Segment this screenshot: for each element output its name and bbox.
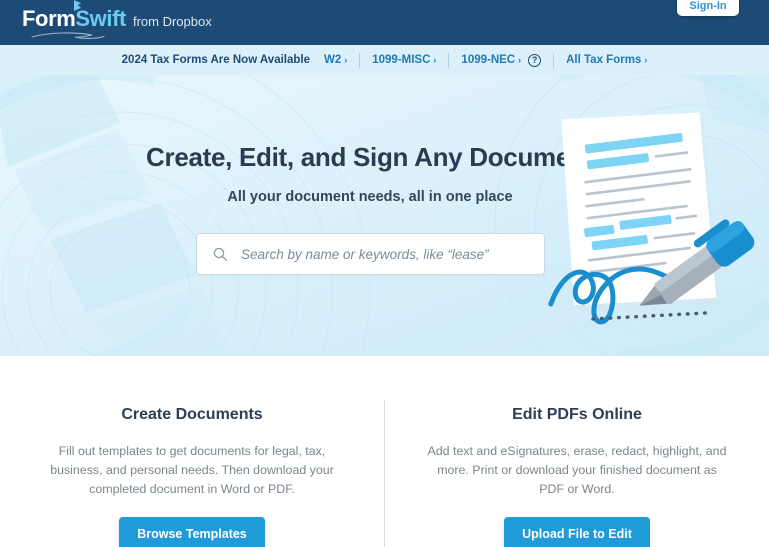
tax-bar-divider	[448, 52, 450, 68]
upload-file-to-edit-button[interactable]: Upload File to Edit	[504, 516, 650, 547]
question-mark-circle-icon[interactable]: ?	[528, 53, 542, 67]
chevron-right-icon: ›	[433, 55, 437, 65]
tax-link-1099-misc[interactable]: 1099-MISC ›	[372, 54, 436, 66]
logo-swift-text: Swift	[75, 6, 126, 31]
sign-in-button[interactable]: Sign-In	[677, 0, 739, 16]
browse-templates-button[interactable]: Browse Templates	[119, 516, 265, 547]
top-navigation-bar: FormSwift from Dropbox Sign-In	[0, 0, 769, 45]
feature-column-create-documents: Create Documents Fill out templates to g…	[0, 356, 384, 547]
signed-document-with-pen-illustration	[548, 112, 755, 325]
logo-swoosh-icon	[30, 31, 130, 40]
features-section: Create Documents Fill out templates to g…	[0, 356, 769, 547]
feature-column-edit-pdfs: Edit PDFs Online Add text and eSignature…	[385, 356, 769, 547]
tax-link-w2[interactable]: W2 ›	[324, 54, 347, 66]
tax-link-w2-label: W2	[324, 54, 342, 66]
hero-section: Create, Edit, and Sign Any Document All …	[0, 75, 769, 356]
chevron-right-icon: ›	[518, 55, 522, 65]
search-icon	[213, 247, 228, 262]
tax-link-1099-nec-label: 1099-NEC	[461, 54, 516, 66]
tax-link-all-tax-forms-label: All Tax Forms	[566, 54, 642, 66]
logo-form-text: Form	[22, 6, 76, 31]
tax-link-1099-misc-label: 1099-MISC	[372, 54, 431, 66]
formswift-logo[interactable]: FormSwift from Dropbox	[22, 0, 212, 39]
feature-description-edit-pdfs: Add text and eSignatures, erase, redact,…	[427, 444, 727, 497]
tax-bar-lead-text: 2024 Tax Forms Are Now Available	[121, 54, 310, 66]
tax-link-all-tax-forms[interactable]: All Tax Forms ›	[566, 54, 647, 66]
tax-bar-divider	[359, 52, 361, 68]
chevron-right-icon: ›	[344, 55, 348, 65]
logo-wordmark: FormSwift	[22, 0, 126, 39]
feature-title-create-documents: Create Documents	[121, 406, 263, 423]
search-box[interactable]	[196, 233, 545, 275]
tax-bar-divider	[553, 52, 555, 68]
search-input[interactable]	[241, 246, 531, 262]
chevron-right-icon: ›	[644, 55, 648, 65]
logo-tagline: from Dropbox	[132, 14, 212, 29]
feature-description-create-documents: Fill out templates to get documents for …	[50, 444, 334, 497]
tax-link-1099-nec[interactable]: 1099-NEC ›	[461, 54, 521, 66]
tax-forms-announcement-bar: 2024 Tax Forms Are Now Available W2 › 10…	[0, 45, 769, 75]
feature-title-edit-pdfs: Edit PDFs Online	[512, 406, 642, 423]
